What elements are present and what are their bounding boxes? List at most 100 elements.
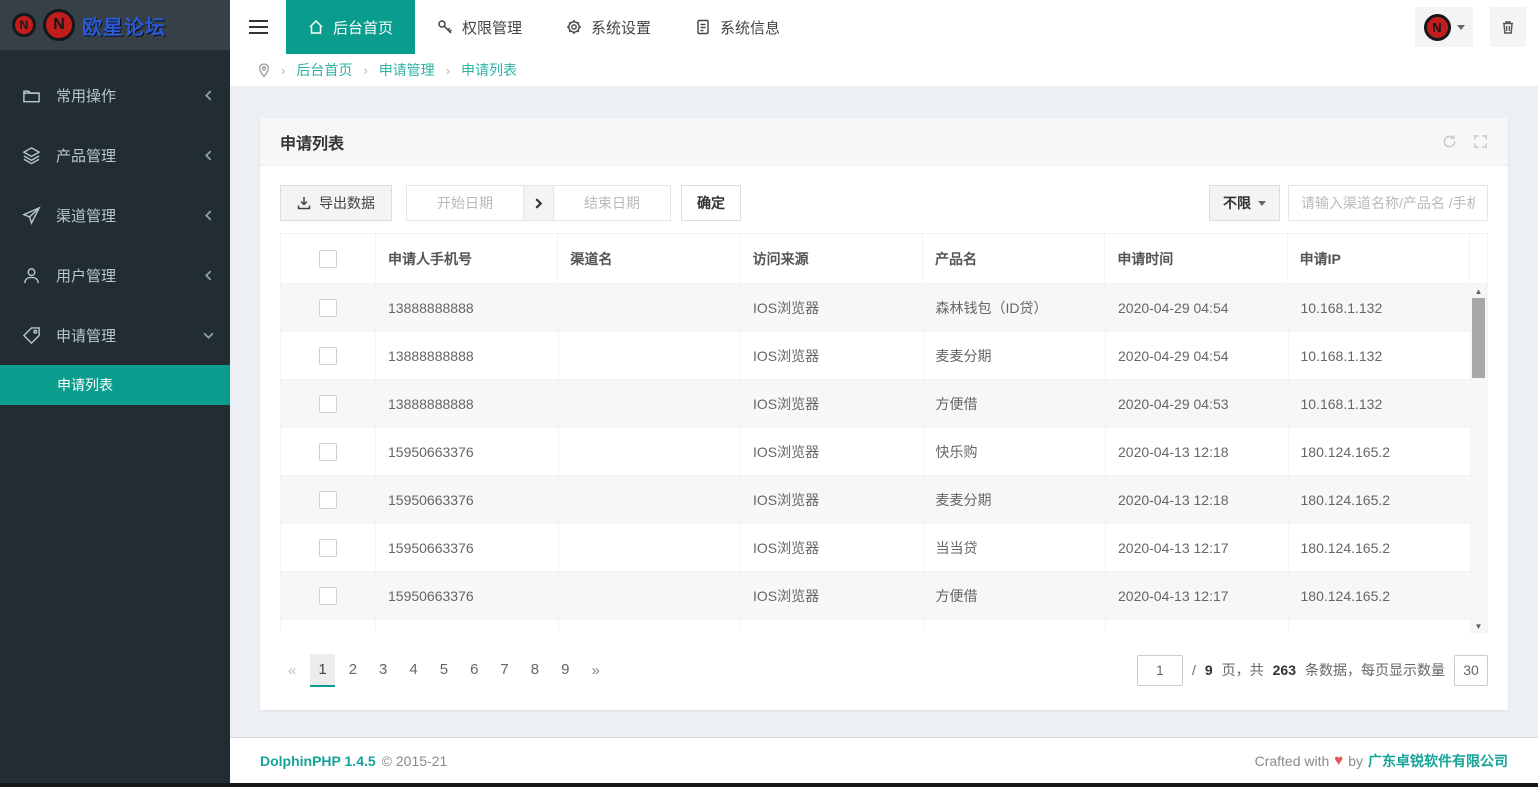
cell-phone: 15950663376 — [376, 524, 559, 571]
table-row: 15950663376 IOS浏览器 当当贷 2020-04-13 12:17 … — [281, 524, 1470, 572]
user-menu-button[interactable]: N — [1415, 7, 1473, 47]
cell-time: 2020-04-13 12:17 — [1106, 572, 1289, 619]
pagination-page-6[interactable]: 6 — [462, 654, 486, 687]
refresh-icon[interactable] — [1442, 134, 1457, 149]
cell-channel — [559, 620, 742, 633]
table-row: 13888888888 IOS浏览器 方便借 2020-04-29 04:53 … — [281, 380, 1470, 428]
footer: DolphinPHP 1.4.5 © 2015-21 Crafted with … — [230, 737, 1538, 783]
per-page-input[interactable] — [1454, 655, 1488, 686]
pagination-page-1[interactable]: 1 — [310, 654, 334, 687]
search-input[interactable] — [1288, 185, 1488, 221]
panel-header: 申请列表 — [260, 118, 1508, 166]
breadcrumb-item-home[interactable]: 后台首页 — [296, 60, 352, 80]
tab-system-settings[interactable]: 系统设置 — [544, 0, 673, 54]
pagination-prev-button[interactable]: « — [280, 655, 304, 686]
breadcrumb-item-application-list[interactable]: 申请列表 — [461, 60, 517, 80]
toolbar-right: 不限 — [1209, 185, 1488, 221]
row-checkbox[interactable] — [319, 587, 337, 605]
content-area: 申请列表 导出数据 — [230, 87, 1538, 710]
toolbar: 导出数据 确定 不限 — [280, 185, 1488, 221]
navbar-right: N — [1415, 7, 1526, 47]
table-body: 13888888888 IOS浏览器 森林钱包（ID贷） 2020-04-29 … — [281, 284, 1470, 633]
cell-channel — [559, 476, 742, 523]
sidebar-item-channels[interactable]: 渠道管理 — [0, 185, 230, 245]
cell-source: IOS浏览器 — [741, 572, 924, 619]
row-checkbox[interactable] — [319, 491, 337, 509]
cell-ip — [1289, 620, 1471, 633]
sidebar: N N 欧星论坛 常用操作 产品管理 渠道管理 用户管理 — [0, 0, 230, 783]
cell-channel — [559, 284, 742, 331]
sidebar-item-users[interactable]: 用户管理 — [0, 245, 230, 305]
cell-channel — [559, 332, 742, 379]
breadcrumb-item-application-mgmt[interactable]: 申请管理 — [379, 60, 435, 80]
table-scrollbar[interactable]: ▲ ▼ — [1470, 284, 1487, 633]
row-checkbox[interactable] — [319, 443, 337, 461]
chevron-left-icon — [203, 270, 214, 281]
tag-icon — [22, 326, 41, 345]
cell-phone: 15950663376 — [376, 428, 559, 475]
tab-label: 系统设置 — [591, 17, 651, 38]
tab-dashboard[interactable]: 后台首页 — [286, 0, 415, 54]
brand-logo-icon: N — [12, 13, 36, 37]
cell-product: 麦麦分期 — [924, 476, 1107, 523]
select-all-checkbox[interactable] — [319, 250, 337, 268]
pagination-page-2[interactable]: 2 — [341, 654, 365, 687]
scrollbar-thumb[interactable] — [1472, 298, 1485, 378]
tab-permissions[interactable]: 权限管理 — [415, 0, 544, 54]
pagination-page-8[interactable]: 8 — [523, 654, 547, 687]
breadcrumb: › 后台首页 › 申请管理 › 申请列表 — [230, 54, 1538, 87]
cell-product: 麦麦分期 — [924, 332, 1107, 379]
pagination-page-5[interactable]: 5 — [432, 654, 456, 687]
sidebar-item-products[interactable]: 产品管理 — [0, 125, 230, 185]
sidebar-item-applications[interactable]: 申请管理 — [0, 305, 230, 365]
fullscreen-icon[interactable] — [1473, 134, 1488, 149]
chevron-left-icon — [203, 90, 214, 101]
column-header-channel: 渠道名 — [558, 234, 740, 283]
window-bottom-edge — [0, 783, 1538, 787]
chevron-left-icon — [203, 150, 214, 161]
scroll-down-arrow-icon[interactable]: ▼ — [1470, 619, 1487, 633]
cell-source: IOS浏览器 — [741, 380, 924, 427]
cell-product — [924, 620, 1107, 633]
footer-credit: Crafted with ♥ by 广东卓锐软件有限公司 — [1255, 751, 1508, 771]
end-date-input[interactable] — [554, 186, 670, 220]
sidebar-item-label: 渠道管理 — [56, 205, 116, 226]
tab-system-info[interactable]: 系统信息 — [673, 0, 802, 54]
sidebar-menu: 常用操作 产品管理 渠道管理 用户管理 申请管理 — [0, 50, 230, 405]
confirm-button[interactable]: 确定 — [681, 185, 741, 221]
summary-total-records: 263 — [1273, 662, 1296, 678]
top-navbar: 后台首页 权限管理 系统设置 系统信息 N — [230, 0, 1538, 54]
date-arrow-button[interactable] — [523, 186, 554, 220]
pagination-page-4[interactable]: 4 — [401, 654, 425, 687]
pagination-page-7[interactable]: 7 — [492, 654, 516, 687]
row-checkbox[interactable] — [319, 395, 337, 413]
cell-time: 2020-04-13 12:18 — [1106, 428, 1289, 475]
cell-source: IOS浏览器 — [741, 332, 924, 379]
breadcrumb-separator: › — [281, 63, 285, 78]
sidebar-item-label: 用户管理 — [56, 265, 116, 286]
export-data-button[interactable]: 导出数据 — [280, 185, 392, 221]
applications-table: 申请人手机号 渠道名 访问来源 产品名 申请时间 申请IP 1388888888… — [280, 233, 1488, 633]
pagination-page-3[interactable]: 3 — [371, 654, 395, 687]
sidebar-toggle-button[interactable] — [230, 0, 286, 54]
start-date-input[interactable] — [407, 186, 523, 220]
date-range-group — [406, 185, 671, 221]
row-checkbox[interactable] — [319, 539, 337, 557]
page-jump-input[interactable] — [1137, 655, 1183, 686]
sidebar-item-common-ops[interactable]: 常用操作 — [0, 65, 230, 125]
sidebar-subitem-application-list[interactable]: 申请列表 — [0, 365, 230, 405]
pagination-summary: / 9 页，共 263 条数据，每页显示数量 — [1137, 655, 1488, 686]
column-header-ip: 申请IP — [1288, 234, 1470, 283]
cell-ip: 180.124.165.2 — [1289, 428, 1471, 475]
pagination-page-9[interactable]: 9 — [553, 654, 577, 687]
cell-phone: 13888888888 — [376, 332, 559, 379]
row-checkbox[interactable] — [319, 299, 337, 317]
row-checkbox[interactable] — [319, 347, 337, 365]
pagination-next-button[interactable]: » — [583, 655, 607, 686]
trash-button[interactable] — [1490, 7, 1526, 47]
filter-dropdown-button[interactable]: 不限 — [1209, 185, 1280, 221]
caret-down-icon — [1457, 25, 1465, 30]
scroll-up-arrow-icon[interactable]: ▲ — [1470, 284, 1487, 298]
cell-time: 2020-04-29 04:54 — [1106, 284, 1289, 331]
table-row: 15950663376 IOS浏览器 快乐购 2020-04-13 12:18 … — [281, 428, 1470, 476]
